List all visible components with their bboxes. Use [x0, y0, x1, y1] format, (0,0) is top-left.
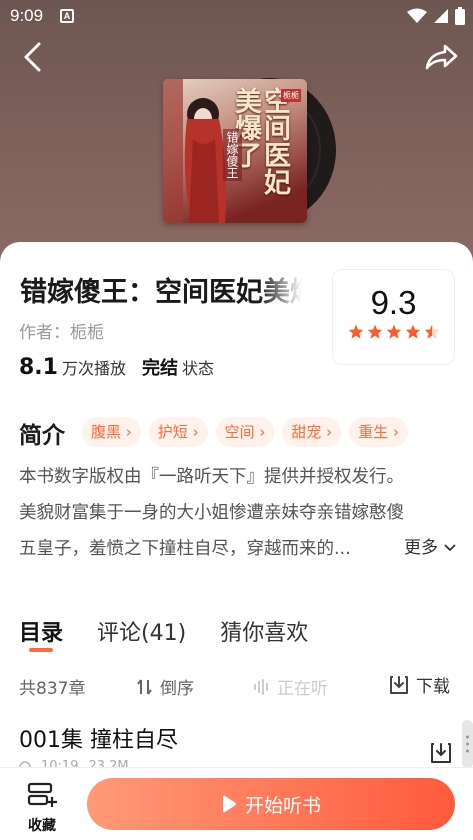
intro-description: 本书数字版权由『一路听天下』提供并授权发行。 美貌财富集于一身的大小姐惨遭亲妹夺… [19, 459, 459, 567]
cover-author-stamp: 栀栀 [281, 89, 301, 102]
cover-subtitle-text: 错嫁傻王 [223, 129, 242, 181]
status-icons [407, 6, 465, 26]
star-icon [405, 324, 420, 339]
back-arrow-icon[interactable] [18, 40, 48, 74]
tag-label: 重生 [358, 423, 389, 441]
tag-chip[interactable]: 空间 › [215, 417, 275, 447]
drag-dots-icon [466, 735, 469, 753]
more-label: 更多 [404, 538, 438, 558]
sort-icon [137, 678, 152, 695]
tag-label: 甜宠 [291, 423, 322, 441]
tag-chip[interactable]: 重生 › [349, 417, 408, 447]
tag-chip[interactable]: 护短 › [148, 417, 208, 447]
author-label: 作者： [19, 323, 70, 343]
star-icon [348, 324, 363, 339]
author-name: 栀栀 [70, 323, 104, 343]
add-to-shelf-icon [27, 782, 57, 807]
download-button[interactable]: 下载 [388, 672, 450, 697]
start-listening-label: 开始听书 [244, 794, 321, 817]
episode-title[interactable]: 001集 撞柱自尽 [19, 722, 178, 754]
wifi-icon [407, 8, 427, 23]
play-count-unit: 万次播放 [61, 359, 126, 378]
rating-card[interactable]: 9.3 [332, 269, 455, 365]
book-title: 错嫁傻王：空间医妃美爆了 [20, 277, 302, 308]
status-time: 9:09 [10, 6, 44, 25]
intro-line: 五皇子，羞愤之下撞柱自尽，穿越而来的... [19, 539, 351, 559]
tag-chip[interactable]: 甜宠 › [282, 417, 342, 447]
soundwave-icon [254, 678, 268, 695]
play-icon [222, 795, 236, 813]
tab-recommend[interactable]: 猜你喜欢 [220, 615, 308, 647]
chapter-count: 共837章 [19, 679, 86, 699]
intro-heading: 简介 [19, 423, 65, 449]
download-label: 下载 [416, 677, 450, 697]
notification-a-icon: A [60, 9, 74, 23]
catalog-toolbar: 共837章 倒序 正在听 下载 [19, 672, 459, 699]
star-icon [367, 324, 382, 339]
download-icon [390, 675, 408, 694]
tag-label: 腹黑 [91, 423, 122, 441]
chevron-down-icon [444, 544, 457, 552]
sort-label: 倒序 [160, 679, 194, 699]
favorite-button[interactable]: 收藏 [19, 781, 65, 835]
tag-list: 腹黑 › 护短 › 空间 › 甜宠 › 重生 › [82, 417, 408, 447]
favorite-label: 收藏 [28, 818, 56, 834]
author-line[interactable]: 作者：栀栀 [19, 318, 104, 343]
tab-comments[interactable]: 评论(41) [97, 615, 186, 647]
half-star-icon [424, 324, 439, 339]
expand-more-button[interactable]: 更多 [400, 533, 458, 558]
share-icon[interactable] [423, 40, 459, 74]
tab-bar: 目录 评论(41) 猜你喜欢 [19, 615, 308, 647]
episode-download-icon[interactable] [428, 740, 454, 766]
play-count: 8.1 [19, 355, 58, 380]
book-status-label: 状态 [182, 359, 215, 378]
active-tab-indicator [29, 648, 53, 652]
tab-catalog[interactable]: 目录 [19, 615, 63, 647]
tag-label: 空间 [224, 423, 255, 441]
scroll-handle[interactable] [462, 720, 473, 768]
now-playing-label: 正在听 [277, 679, 328, 699]
book-status-value: 完结 [142, 358, 178, 379]
cellular-signal-icon [434, 9, 448, 23]
play-stats: 8.1 万次播放 完结 状态 [19, 354, 214, 380]
intro-line: 本书数字版权由『一路听天下』提供并授权发行。 [19, 467, 404, 487]
tag-chip[interactable]: 腹黑 › [82, 417, 141, 447]
status-bar: 9:09 A [0, 0, 473, 32]
tag-label: 护短 [157, 423, 188, 441]
intro-line: 美貌财富集于一身的大小姐惨遭亲妹夺亲错嫁憨傻 [19, 503, 404, 523]
start-listening-button[interactable]: 开始听书 [87, 778, 455, 830]
battery-icon [455, 7, 465, 25]
now-playing-button[interactable]: 正在听 [253, 674, 328, 699]
book-cover[interactable]: 空间医妃美爆了 错嫁傻王 栀栀 [163, 79, 307, 223]
rating-score: 9.3 [370, 284, 417, 321]
star-rating [333, 324, 454, 339]
sort-button[interactable]: 倒序 [136, 674, 194, 699]
star-icon [386, 324, 401, 339]
